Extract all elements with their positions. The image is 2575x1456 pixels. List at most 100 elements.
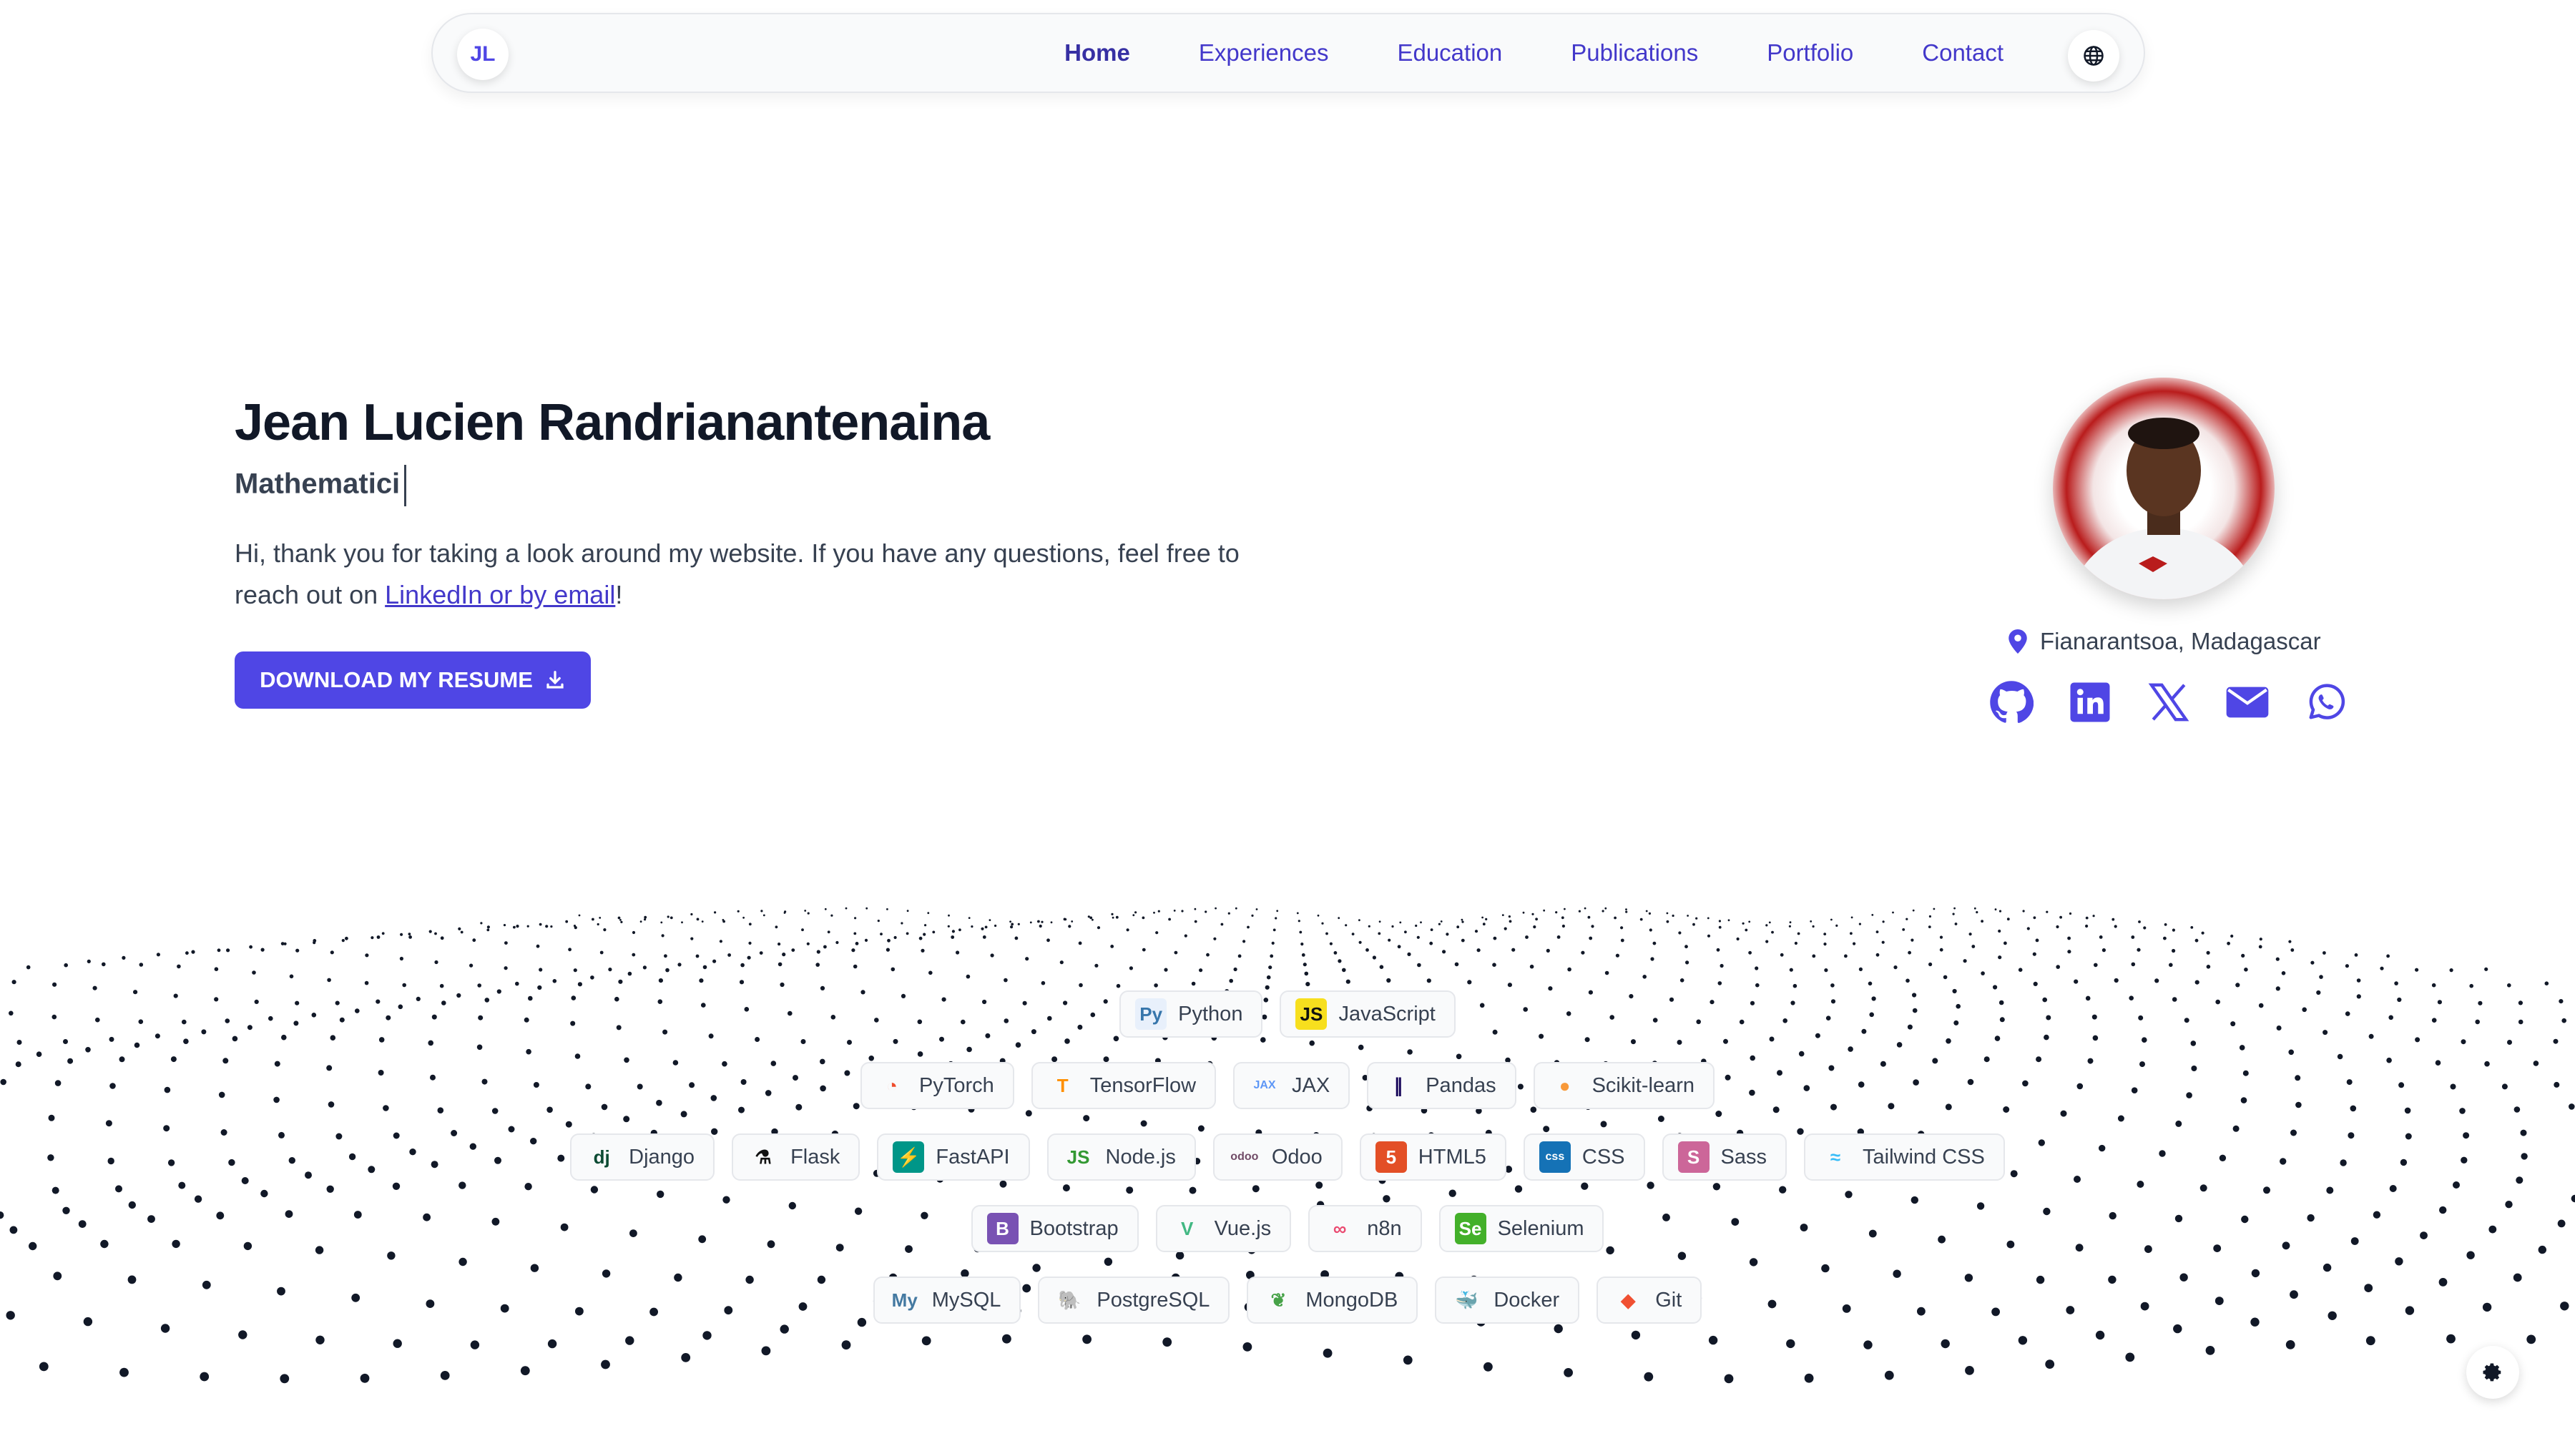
intro-end: ! xyxy=(615,580,623,609)
mysql-icon: My xyxy=(891,1289,918,1311)
profile-photo xyxy=(2053,378,2275,599)
skill-label: Odoo xyxy=(1271,1145,1323,1169)
skill-badge[interactable]: Se Selenium xyxy=(1438,1205,1604,1252)
skill-label: Python xyxy=(1178,1002,1243,1025)
hero-intro: Hi, thank you for taking a look around m… xyxy=(235,533,1308,616)
vuejs-icon: V xyxy=(1180,1217,1194,1239)
download-resume-button[interactable]: DOWNLOAD MY RESUME xyxy=(235,651,591,709)
nav-link-education[interactable]: Education xyxy=(1397,39,1502,67)
skill-label: Pandas xyxy=(1426,1073,1496,1097)
skill-badge[interactable]: T TensorFlow xyxy=(1031,1062,1217,1109)
skill-badge[interactable]: ❦ MongoDB xyxy=(1247,1277,1418,1324)
nav-link-home[interactable]: Home xyxy=(1064,39,1130,67)
skill-label: Flask xyxy=(790,1145,840,1169)
linkedin-link[interactable] xyxy=(2067,679,2113,725)
language-button[interactable] xyxy=(2068,30,2119,82)
linkedin-icon xyxy=(2070,682,2110,722)
skills-row: My MySQL 🐘 PostgreSQL ❦ MongoDB 🐳 Docker ◆ Git xyxy=(0,1277,2575,1324)
email-icon xyxy=(2226,687,2269,718)
nav-link-portfolio[interactable]: Portfolio xyxy=(1767,39,1853,67)
sass-icon: S xyxy=(1677,1141,1710,1173)
skill-label: PostgreSQL xyxy=(1097,1288,1210,1312)
location-text: Fianarantsoa, Madagascar xyxy=(2040,628,2321,654)
tailwind-icon: ≈ xyxy=(1830,1146,1841,1168)
skill-badge[interactable]: ◆ Git xyxy=(1596,1277,1702,1324)
nodejs-icon: JS xyxy=(1066,1146,1090,1168)
nav-link-publications[interactable]: Publications xyxy=(1571,39,1698,67)
skill-label: PyTorch xyxy=(918,1073,994,1097)
skill-label: Bootstrap xyxy=(1029,1216,1119,1240)
resume-button-label: DOWNLOAD MY RESUME xyxy=(260,667,533,692)
whatsapp-link[interactable] xyxy=(2303,679,2349,725)
skill-badge[interactable]: ≈ Tailwind CSS xyxy=(1804,1133,2005,1181)
settings-icon xyxy=(2483,1363,2501,1382)
css-icon: css xyxy=(1539,1141,1571,1173)
fastapi-icon: ⚡ xyxy=(893,1141,925,1173)
nav-link-experiences[interactable]: Experiences xyxy=(1199,39,1329,67)
skill-badge[interactable]: ∞ n8n xyxy=(1308,1205,1422,1252)
skill-badge[interactable]: 🐘 PostgreSQL xyxy=(1038,1277,1230,1324)
hero-role: Mathematici xyxy=(235,465,407,506)
skills-row: Py Python JS JavaScript xyxy=(0,990,2575,1038)
social-links xyxy=(1988,679,2349,725)
skill-badge[interactable]: ∥ Pandas xyxy=(1367,1062,1516,1109)
skill-label: Node.js xyxy=(1105,1145,1176,1169)
git-icon: ◆ xyxy=(1621,1289,1636,1311)
skill-badge[interactable]: 5 HTML5 xyxy=(1359,1133,1506,1181)
download-icon xyxy=(546,671,564,689)
skill-badge[interactable]: JS Node.js xyxy=(1046,1133,1196,1181)
skill-badge[interactable]: odoo Odoo xyxy=(1212,1133,1343,1181)
jax-icon: JAX xyxy=(1253,1079,1276,1091)
skill-badge[interactable]: S Sass xyxy=(1662,1133,1787,1181)
skill-label: TensorFlow xyxy=(1089,1073,1197,1097)
python-icon: Py xyxy=(1135,998,1167,1030)
skill-badge[interactable]: ⚡ FastAPI xyxy=(877,1133,1030,1181)
skill-badge[interactable]: ● Scikit-learn xyxy=(1533,1062,1715,1109)
skills-row: dj Django ⚗ Flask ⚡ FastAPI JS Node.js odoo Odoo 5… xyxy=(0,1133,2575,1181)
postgresql-icon: 🐘 xyxy=(1058,1289,1082,1311)
skill-badge[interactable]: ◔ PyTorch xyxy=(860,1062,1014,1109)
skill-badge[interactable]: Py Python xyxy=(1119,990,1263,1038)
skill-label: Vue.js xyxy=(1214,1216,1272,1240)
x-icon xyxy=(2148,683,2189,722)
contact-link[interactable]: LinkedIn or by email xyxy=(385,580,615,609)
tensorflow-icon: T xyxy=(1056,1074,1069,1096)
skill-label: Sass xyxy=(1720,1145,1767,1169)
bootstrap-icon: B xyxy=(986,1213,1019,1244)
profile-person-image xyxy=(2071,418,2257,599)
pandas-icon: ∥ xyxy=(1393,1074,1403,1096)
javascript-icon: JS xyxy=(1295,998,1328,1030)
globe-icon xyxy=(2084,46,2104,66)
skill-badge[interactable]: dj Django xyxy=(570,1133,715,1181)
skill-label: Django xyxy=(629,1145,695,1169)
nav-links: Home Experiences Education Publications … xyxy=(996,14,2003,92)
skill-label: HTML5 xyxy=(1418,1145,1486,1169)
skill-badge[interactable]: V Vue.js xyxy=(1155,1205,1292,1252)
skill-badge[interactable]: 🐳 Docker xyxy=(1435,1277,1580,1324)
skill-label: JAX xyxy=(1292,1073,1330,1097)
nav-link-contact[interactable]: Contact xyxy=(1922,39,2003,67)
skill-label: JavaScript xyxy=(1338,1002,1436,1025)
skill-badge[interactable]: css CSS xyxy=(1523,1133,1645,1181)
docker-icon: 🐳 xyxy=(1455,1289,1478,1311)
skill-label: MySQL xyxy=(931,1288,1001,1312)
skill-badge[interactable]: ⚗ Flask xyxy=(732,1133,860,1181)
x-link[interactable] xyxy=(2146,679,2192,725)
email-link[interactable] xyxy=(2225,679,2270,725)
skills-row: B Bootstrap V Vue.js ∞ n8n Se Selenium xyxy=(0,1205,2575,1252)
skill-badge[interactable]: My MySQL xyxy=(873,1277,1021,1324)
skill-badge[interactable]: JAX JAX xyxy=(1233,1062,1350,1109)
github-link[interactable] xyxy=(1988,679,2034,725)
typed-role-text: Mathematici xyxy=(235,468,401,500)
pytorch-icon: ◔ xyxy=(886,1074,898,1096)
skill-label: n8n xyxy=(1367,1216,1402,1240)
selenium-icon: Se xyxy=(1454,1213,1486,1244)
logo-button[interactable]: JL xyxy=(457,29,509,80)
theme-settings-button[interactable] xyxy=(2466,1346,2519,1399)
odoo-icon: odoo xyxy=(1230,1151,1259,1163)
skill-badge[interactable]: B Bootstrap xyxy=(971,1205,1139,1252)
skill-label: Tailwind CSS xyxy=(1863,1145,1985,1169)
map-pin-icon xyxy=(2008,629,2027,654)
skill-badge[interactable]: JS JavaScript xyxy=(1280,990,1456,1038)
hero-name: Jean Lucien Randrianantenaina xyxy=(235,394,990,451)
